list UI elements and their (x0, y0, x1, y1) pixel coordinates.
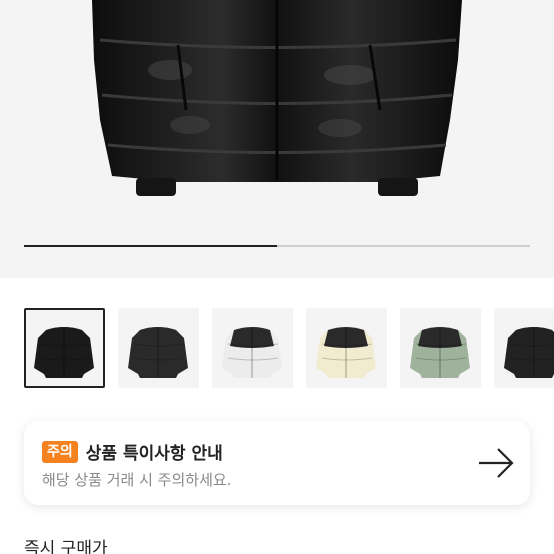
product-notice-card[interactable]: 주의 상품 특이사항 안내 해당 상품 거래 시 주의하세요. (24, 421, 530, 505)
gallery-progress-bar (24, 245, 530, 247)
thumbnail-sage-black[interactable] (400, 308, 481, 388)
puffer-jacket-image (92, 0, 462, 196)
thumbnail-cream-black[interactable] (306, 308, 387, 388)
jacket-thumbnail-image (410, 327, 470, 378)
thumbnail-strip (24, 308, 554, 388)
jacket-thumbnail-image (504, 327, 554, 378)
thumbnail-black-partial[interactable] (494, 308, 554, 388)
arrow-right-icon[interactable] (476, 445, 516, 481)
notice-subtitle: 해당 상품 거래 시 주의하세요. (42, 471, 232, 489)
notice-title-row: 주의 상품 특이사항 안내 (42, 439, 223, 464)
product-main-image[interactable] (0, 0, 554, 278)
thumbnail-black-matte[interactable] (118, 308, 199, 388)
thumbnail-white-black[interactable] (212, 308, 293, 388)
jacket-thumbnail-image (222, 327, 282, 378)
jacket-thumbnail-image (34, 327, 94, 378)
notice-title: 상품 특이사항 안내 (85, 444, 223, 464)
instant-buy-price-label: 즉시 구매가 (24, 539, 108, 554)
caution-badge: 주의 (42, 440, 78, 463)
jacket-thumbnail-image (128, 327, 188, 378)
jacket-thumbnail-image (316, 327, 376, 378)
gallery-progress-fill (24, 245, 277, 247)
thumbnail-black-glossy[interactable] (24, 308, 105, 388)
